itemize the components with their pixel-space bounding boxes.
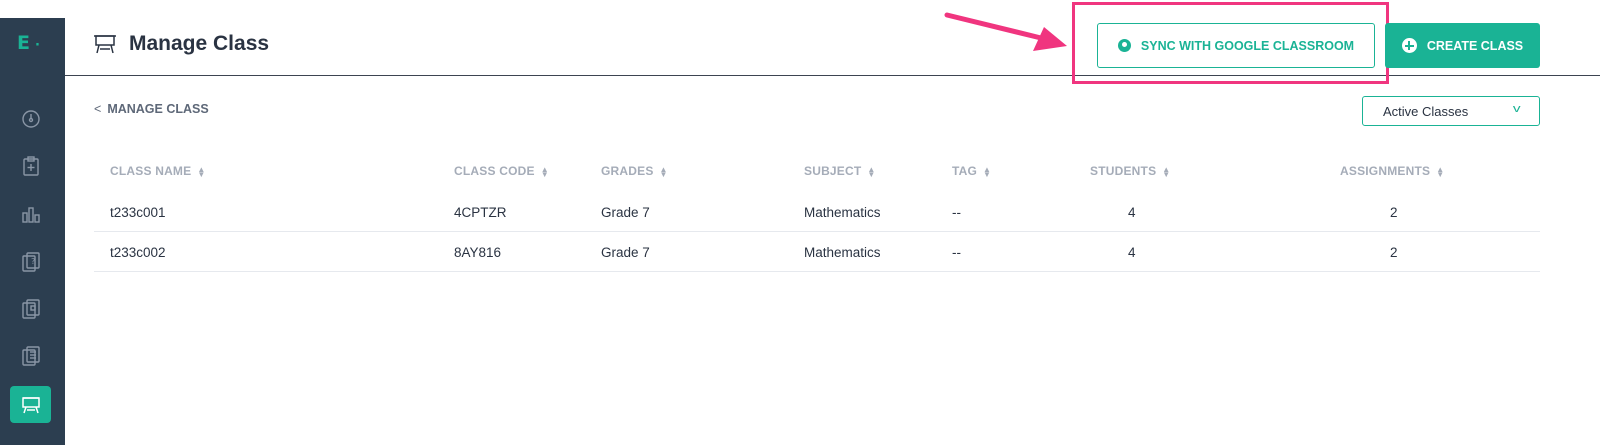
annotation-arrow-icon <box>944 12 1067 51</box>
sort-icon: ▲ ▼ <box>1162 164 1171 179</box>
page-title: Manage Class <box>129 32 270 55</box>
sidebar-item-playlist[interactable] <box>10 337 51 374</box>
sidebar-item-dashboard[interactable] <box>10 100 51 137</box>
column-header-assignments[interactable]: ASSIGNMENTS ▲ ▼ <box>1340 164 1444 178</box>
cell-assignments: 2 <box>1390 245 1398 260</box>
sidebar-item-test-library[interactable] <box>10 290 51 327</box>
create-button-label: CREATE CLASS <box>1426 38 1524 53</box>
column-header-class-code[interactable]: CLASS CODE ▲ ▼ <box>454 164 549 178</box>
table-header: CLASS NAME ▲ ▼ CLASS CODE ▲ ▼ GRADES ▲ ▼ SUBJE… <box>94 150 1540 192</box>
column-header-tag[interactable]: TAG ▲ ▼ <box>952 164 991 178</box>
sidebar: E · ? <box>0 18 65 445</box>
cell-class-code: 4CPTZR <box>454 205 507 220</box>
sort-icon: ▲ ▼ <box>1436 164 1445 179</box>
logo-letter: E <box>17 32 31 54</box>
cell-tag: -- <box>952 205 961 220</box>
breadcrumb[interactable]: < MANAGE CLASS <box>94 102 209 116</box>
app-logo[interactable]: E · <box>17 32 41 54</box>
sidebar-item-reports[interactable] <box>10 195 51 232</box>
column-header-subject[interactable]: SUBJECT ▲ ▼ <box>804 164 876 178</box>
sidebar-item-assignments[interactable] <box>10 147 51 184</box>
sort-icon: ▲ ▼ <box>659 164 668 179</box>
class-table: CLASS NAME ▲ ▼ CLASS CODE ▲ ▼ GRADES ▲ ▼ SUBJE… <box>94 150 1540 272</box>
assignment-add-icon <box>22 155 39 176</box>
reports-icon <box>21 206 40 223</box>
column-header-class-name[interactable]: CLASS NAME ▲ ▼ <box>110 164 205 178</box>
dashboard-icon <box>21 109 40 128</box>
table-row[interactable]: t233c002 8AY816 Grade 7 Mathematics -- 4… <box>94 232 1540 272</box>
sort-icon: ▲ ▼ <box>540 164 549 179</box>
class-status-select[interactable]: Active Classes v <box>1362 96 1540 126</box>
create-class-button[interactable]: CREATE CLASS <box>1385 23 1540 68</box>
column-header-students[interactable]: STUDENTS ▲ ▼ <box>1090 164 1170 178</box>
cell-assignments: 2 <box>1390 205 1398 220</box>
breadcrumb-label: MANAGE CLASS <box>107 102 209 116</box>
cell-class-code: 8AY816 <box>454 245 502 260</box>
svg-text:?: ? <box>31 257 35 266</box>
chevron-left-icon: < <box>94 102 102 116</box>
cell-subject: Mathematics <box>804 205 881 220</box>
manage-class-title-icon <box>94 35 116 54</box>
annotation-highlight-box <box>1072 2 1389 84</box>
cell-class-name: t233c002 <box>110 245 166 260</box>
cell-tag: -- <box>952 245 961 260</box>
test-library-icon <box>21 298 40 319</box>
cell-grades: Grade 7 <box>601 245 650 260</box>
playlist-icon <box>21 345 40 366</box>
cell-subject: Mathematics <box>804 245 881 260</box>
table-row[interactable]: t233c001 4CPTZR Grade 7 Mathematics -- 4… <box>94 192 1540 232</box>
question-bank-icon: ? <box>21 251 40 272</box>
sidebar-item-manage-class[interactable] <box>10 386 51 423</box>
sort-icon: ▲ ▼ <box>983 164 992 179</box>
sidebar-item-question-bank[interactable]: ? <box>10 243 51 280</box>
manage-class-icon <box>21 396 40 413</box>
logo-dot: · <box>34 38 41 53</box>
cell-students: 4 <box>1128 245 1136 260</box>
cell-students: 4 <box>1128 205 1136 220</box>
plus-circle-icon <box>1401 38 1417 53</box>
chevron-down-icon: v <box>1512 103 1521 115</box>
sort-icon: ▲ ▼ <box>197 164 206 179</box>
cell-class-name: t233c001 <box>110 205 166 220</box>
class-status-select-value: Active Classes <box>1383 103 1469 119</box>
sort-icon: ▲ ▼ <box>867 164 876 179</box>
column-header-grades[interactable]: GRADES ▲ ▼ <box>601 164 668 178</box>
cell-grades: Grade 7 <box>601 205 650 220</box>
